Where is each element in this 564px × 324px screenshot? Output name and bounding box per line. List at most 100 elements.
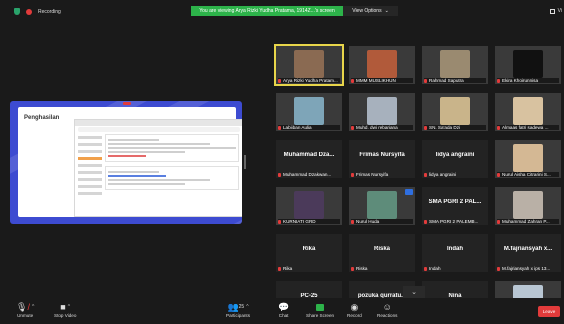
participant-name-label: SN. Sa'ada Dzi [424,125,486,130]
microphone-muted-icon [351,219,354,224]
more-options-icon[interactable] [405,189,413,195]
text-line [108,147,236,149]
microphone-muted-icon [424,172,427,177]
participant-name: Nurul Aisha Citrarini S... [502,172,551,177]
sidebar-row [78,178,102,181]
microphone-muted-icon [278,219,281,224]
participant-name: Nurul Huda [356,219,380,224]
participant-tile[interactable]: SMA PGRI 2 PAL... SMA PGRI 2 PALEMB... [422,187,488,225]
participant-name: Almaas fatri sadewa ... [502,125,549,130]
microphone-muted-icon [278,78,281,83]
browser-tabs [75,120,242,126]
participant-name: KURNIATI GRD [283,219,316,224]
unmute-button[interactable]: 🎙 / ^ Unmute [16,301,35,319]
participant-name: SN. Sa'ada Dzi [429,125,461,130]
participant-tile[interactable]: KURNIATI GRD [276,187,342,225]
participant-tile[interactable]: Muhammad Zahran P... [495,187,561,225]
participant-name-label: Nurul Huda [351,219,413,224]
sidebar-row [78,136,102,139]
browser-sidebar [78,136,102,199]
participant-tile[interactable]: MMM MUSLIKHUN [349,46,415,84]
participant-tile[interactable]: Ekira Khoirunnisa [495,46,561,84]
microphone-muted-icon [424,219,427,224]
participant-name: Rika [283,266,293,271]
participant-video [513,191,543,219]
participant-name-label: M.fajriansyah x ips 13... [497,266,559,271]
participant-tile[interactable]: Nurul Huda [349,187,415,225]
participant-video [513,50,543,78]
microphone-muted-icon [278,125,281,130]
participant-tile[interactable]: Arya Rizki Yudha Pratam... [274,44,344,86]
participant-display-name: Riska [373,246,390,252]
microphone-muted-icon [351,172,354,177]
microphone-muted-icon [278,266,281,271]
participant-video [440,50,470,78]
view-options-button[interactable]: View Options ⌄ [343,6,398,16]
participant-tile[interactable]: Indah Indah [422,234,488,272]
participant-tile[interactable]: Frimas Nursyifa Frimas Nursyifa [349,140,415,178]
participant-tile[interactable]: Muhd. dwi rebariana [349,93,415,131]
participant-tile[interactable]: M.fajriansyah x... M.fajriansyah x ips 13… [495,234,561,272]
stop-video-button[interactable]: ■ ^ Stop Video [54,301,76,318]
microphone-muted-icon [497,219,500,224]
participant-tile[interactable]: Rahmad Saputra [422,46,488,84]
microphone-muted-icon [424,266,427,271]
record-button[interactable]: ◉ Record [347,301,362,319]
text-line [108,143,211,145]
participant-video [367,97,397,125]
participant-display-name: M.fajriansyah x... [503,246,553,252]
participant-tile[interactable]: SN. Sa'ada Dzi [422,93,488,131]
view-label: Vi [557,8,562,14]
participant-name: Muhd. dwi rebariana [356,125,398,130]
participant-tile[interactable]: Almaas fatri sadewa ... [495,93,561,131]
participant-video [367,191,397,219]
participant-tile[interactable]: Rika Rika [276,234,342,272]
microphone-muted-icon [424,78,427,83]
participant-tile[interactable]: Labiiban Aulia [276,93,342,131]
participant-name: Indah [429,266,441,271]
participant-name-label: Muhammad Zahran P... [497,219,559,224]
chevron-down-icon[interactable]: ⌄ [403,286,425,298]
participant-tile[interactable]: lidya angraini lidya angraini [422,140,488,178]
participant-display-name: Frimas Nursyifa [359,152,405,158]
chat-button[interactable]: 💬 Chat [278,301,289,319]
recording-label: Recording [38,8,61,15]
participant-name: Labiiban Aulia [283,125,312,130]
shield-icon[interactable] [14,8,20,15]
chat-label: Chat [278,313,289,318]
participant-name: Muhammad Zahran P... [502,219,550,224]
split-resize-handle[interactable] [244,155,246,169]
shared-screen[interactable]: Penghasilan [10,101,242,224]
participants-button[interactable]: 👥 25 ^ Participants [226,301,250,319]
text-line [108,171,160,173]
participant-display-name: Indah [447,246,463,252]
participant-name: SMA PGRI 2 PALEMB... [429,219,479,224]
participant-tile[interactable]: Muhammad Dza... Muhammad Dzakwan... [276,140,342,178]
text-line [108,179,211,181]
participant-name-label: Rahmad Saputra [424,78,486,83]
participant-name-label: Rika [278,266,340,271]
participant-tile[interactable]: Riska Riska [349,234,415,272]
stop-video-label: Stop Video [54,313,77,318]
microphone-muted-icon: 🎙 / ^ [16,301,35,313]
sidebar-row [78,185,102,188]
microphone-muted-icon [497,125,500,130]
share-screen-button[interactable]: Share Screen [306,301,334,318]
reactions-button[interactable]: ☺ Reactions [377,301,397,318]
leave-button[interactable]: Leave [538,306,560,317]
view-toggle-button[interactable]: Vi [549,8,562,14]
participant-display-name: SMA PGRI 2 PAL... [428,199,482,205]
participant-name-label: MMM MUSLIKHUN [351,78,413,83]
participant-display-name: Muhammad Dza... [283,152,335,158]
zoom-meeting-window: Recording You are viewing Arya Rizki Yud… [0,0,564,324]
microphone-muted-icon [351,78,354,83]
participant-video [294,50,324,78]
participant-name-label: Muhammad Dzakwan... [278,172,340,177]
participant-name-label: KURNIATI GRD [278,219,340,224]
participant-tile[interactable]: Nurul Aisha Citrarini S... [495,140,561,178]
participant-name: Frimas Nursyifa [356,172,389,177]
participant-name: MMM MUSLIKHUN [356,78,396,83]
participants-icon: 👥 25 ^ [227,301,249,312]
participant-name-label: Muhd. dwi rebariana [351,125,413,130]
participant-video [367,50,397,78]
